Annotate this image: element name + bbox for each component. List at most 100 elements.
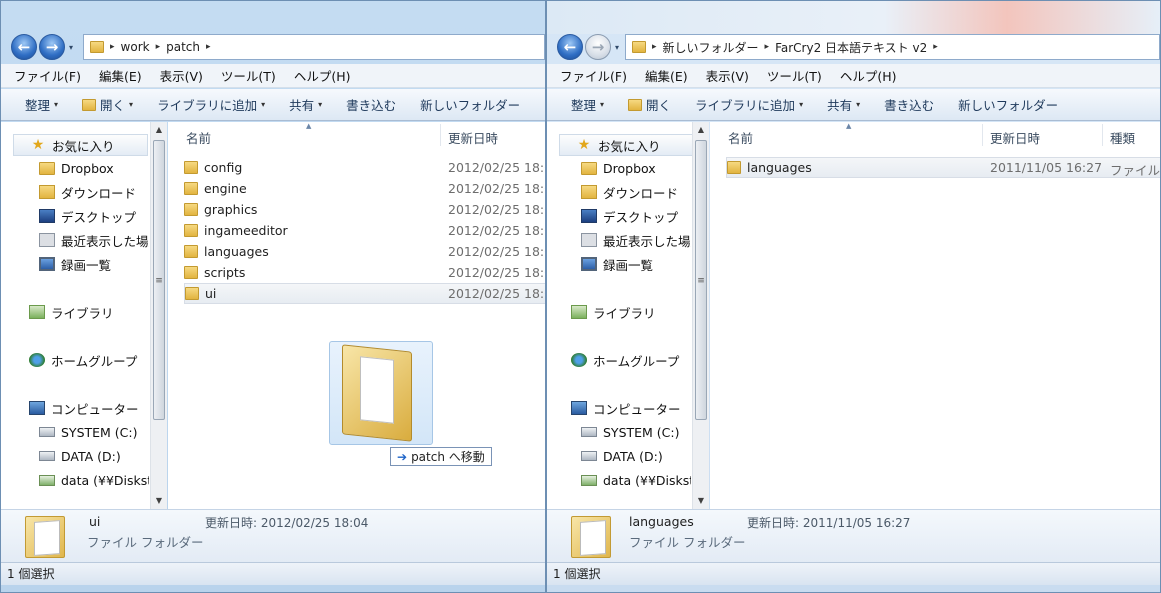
sidebar-item-system-c[interactable]: SYSTEM (C:) (39, 421, 149, 443)
menu-view[interactable]: 表示(V) (153, 66, 210, 85)
new-folder-button[interactable]: 新しいフォルダー (408, 95, 532, 114)
column-type[interactable]: 種類 (1110, 128, 1135, 147)
sidebar-item-data-d[interactable]: DATA (D:) (581, 445, 691, 467)
modified-date: 2012/02/25 18:04 (448, 244, 545, 259)
title-bar (1, 1, 545, 34)
open-button[interactable]: 開く (616, 95, 683, 114)
file-row[interactable]: scripts (184, 262, 245, 283)
column-modified[interactable]: 更新日時 (448, 128, 498, 147)
scroll-thumb[interactable]: ≡ (153, 140, 165, 420)
scroll-down-arrow[interactable]: ▼ (151, 493, 167, 509)
folder-icon (632, 41, 646, 53)
breadcrumb-separator[interactable]: ▸ (206, 42, 211, 52)
nav-buttons: ← → ▾ (557, 34, 619, 60)
menu-help[interactable]: ヘルプ(H) (833, 66, 904, 85)
menu-view[interactable]: 表示(V) (699, 66, 756, 85)
library-icon (571, 305, 587, 319)
menu-tools[interactable]: ツール(T) (760, 66, 829, 85)
navigation-scrollbar[interactable]: ▲ ≡ ▼ (150, 122, 167, 509)
sidebar-item-dropbox[interactable]: Dropbox (581, 157, 691, 179)
sidebar-item-recent-places[interactable]: 最近表示した場所 (39, 229, 149, 251)
sidebar-item-homegroup[interactable]: ホームグループ (571, 349, 691, 371)
address-bar[interactable]: ▸ work ▸ patch ▸ (83, 34, 545, 60)
sidebar-item-dropbox[interactable]: Dropbox (39, 157, 149, 179)
sidebar-item-data-d[interactable]: DATA (D:) (39, 445, 149, 467)
organize-button[interactable]: 整理 ▾ (559, 95, 616, 114)
new-folder-button[interactable]: 新しいフォルダー (946, 95, 1070, 114)
folder-large-icon (571, 516, 611, 558)
breadcrumb-separator[interactable]: ▸ (110, 42, 115, 52)
menu-tools[interactable]: ツール(T) (214, 66, 283, 85)
file-row[interactable]: config (184, 157, 242, 178)
sidebar-item-libraries[interactable]: ライブラリ (29, 301, 149, 323)
file-row[interactable]: languages (184, 241, 269, 262)
sidebar-item-desktop[interactable]: デスクトップ (39, 205, 149, 227)
breadcrumb-item[interactable]: 新しいフォルダー (663, 39, 759, 56)
sidebar-item-homegroup[interactable]: ホームグループ (29, 349, 149, 371)
organize-button[interactable]: 整理 ▾ (13, 95, 70, 114)
sidebar-item-downloads[interactable]: ダウンロード (39, 181, 149, 203)
column-name[interactable]: 名前 (728, 128, 753, 147)
recorded-tv-icon (581, 257, 597, 271)
sidebar-item-desktop[interactable]: デスクトップ (581, 205, 691, 227)
sidebar-item-recorded-tv[interactable]: 録画一覧 (39, 253, 149, 275)
sidebar-item-network-drive[interactable]: data (¥¥Diskstation) (39, 469, 149, 491)
column-name[interactable]: 名前 (186, 128, 211, 147)
breadcrumb-separator[interactable]: ▸ (933, 42, 938, 52)
command-bar: 整理 ▾ 開く ライブラリに追加 ▾ 共有 ▾ 書き込む 新しいフォルダー (547, 89, 1160, 121)
drive-icon (581, 427, 597, 437)
menu-help[interactable]: ヘルプ(H) (287, 66, 358, 85)
forward-button[interactable]: → (39, 34, 65, 60)
sidebar-item-computer[interactable]: コンピューター (571, 397, 691, 419)
add-to-library-button[interactable]: ライブラリに追加 ▾ (683, 95, 815, 114)
breadcrumb-separator[interactable]: ▸ (156, 42, 161, 52)
sidebar-item-favorites[interactable]: ★ お気に入り (13, 134, 148, 156)
share-button[interactable]: 共有 ▾ (277, 95, 334, 114)
file-row[interactable]: graphics (184, 199, 257, 220)
scroll-down-arrow[interactable]: ▼ (693, 493, 709, 509)
sidebar-item-system-c[interactable]: SYSTEM (C:) (581, 421, 691, 443)
sidebar-item-network-drive[interactable]: data (¥¥Diskstation) (581, 469, 691, 491)
sidebar-item-computer[interactable]: コンピューター (29, 397, 149, 419)
details-name: languages (629, 514, 694, 529)
menu-edit[interactable]: 編集(E) (638, 66, 695, 85)
menu-file[interactable]: ファイル(F) (7, 66, 88, 85)
menu-file[interactable]: ファイル(F) (553, 66, 634, 85)
burn-button[interactable]: 書き込む (872, 95, 946, 114)
column-divider[interactable] (440, 124, 441, 146)
add-to-library-button[interactable]: ライブラリに追加 ▾ (145, 95, 277, 114)
back-button[interactable]: ← (11, 34, 37, 60)
breadcrumb-item[interactable]: work (121, 40, 150, 54)
forward-button[interactable]: → (585, 34, 611, 60)
folder-icon (90, 41, 104, 53)
recent-pages-dropdown[interactable]: ▾ (615, 43, 619, 52)
scroll-up-arrow[interactable]: ▲ (693, 122, 709, 138)
sidebar-item-recent-places[interactable]: 最近表示した場所 (581, 229, 691, 251)
scroll-thumb[interactable]: ≡ (695, 140, 707, 420)
recent-pages-dropdown[interactable]: ▾ (69, 43, 73, 52)
column-modified[interactable]: 更新日時 (990, 128, 1040, 147)
back-button[interactable]: ← (557, 34, 583, 60)
open-button[interactable]: 開く ▾ (70, 95, 145, 114)
breadcrumb-item[interactable]: patch (166, 40, 200, 54)
breadcrumb-separator[interactable]: ▸ (652, 42, 657, 52)
file-list: ▲ 名前 更新日時 種類 languages 2011/11/05 16:27 … (710, 122, 1160, 509)
breadcrumb-separator[interactable]: ▸ (765, 42, 770, 52)
breadcrumb-item[interactable]: FarCry2 日本語テキスト v2 (775, 39, 927, 56)
file-row[interactable]: engine (184, 178, 247, 199)
column-divider[interactable] (982, 124, 983, 146)
scroll-up-arrow[interactable]: ▲ (151, 122, 167, 138)
sidebar-item-recorded-tv[interactable]: 録画一覧 (581, 253, 691, 275)
navigation-scrollbar[interactable]: ▲ ≡ ▼ (692, 122, 709, 509)
chevron-down-icon: ▾ (600, 100, 605, 109)
sidebar-item-downloads[interactable]: ダウンロード (581, 181, 691, 203)
column-header: ▲ 名前 更新日時 種類 (710, 122, 1160, 148)
address-bar[interactable]: ▸ 新しいフォルダー ▸ FarCry2 日本語テキスト v2 ▸ (625, 34, 1160, 60)
sidebar-item-libraries[interactable]: ライブラリ (571, 301, 691, 323)
column-divider[interactable] (1102, 124, 1103, 146)
sidebar-item-favorites[interactable]: ★ お気に入り (559, 134, 694, 156)
menu-edit[interactable]: 編集(E) (92, 66, 149, 85)
share-button[interactable]: 共有 ▾ (815, 95, 872, 114)
file-row[interactable]: ingameeditor (184, 220, 288, 241)
burn-button[interactable]: 書き込む (334, 95, 408, 114)
